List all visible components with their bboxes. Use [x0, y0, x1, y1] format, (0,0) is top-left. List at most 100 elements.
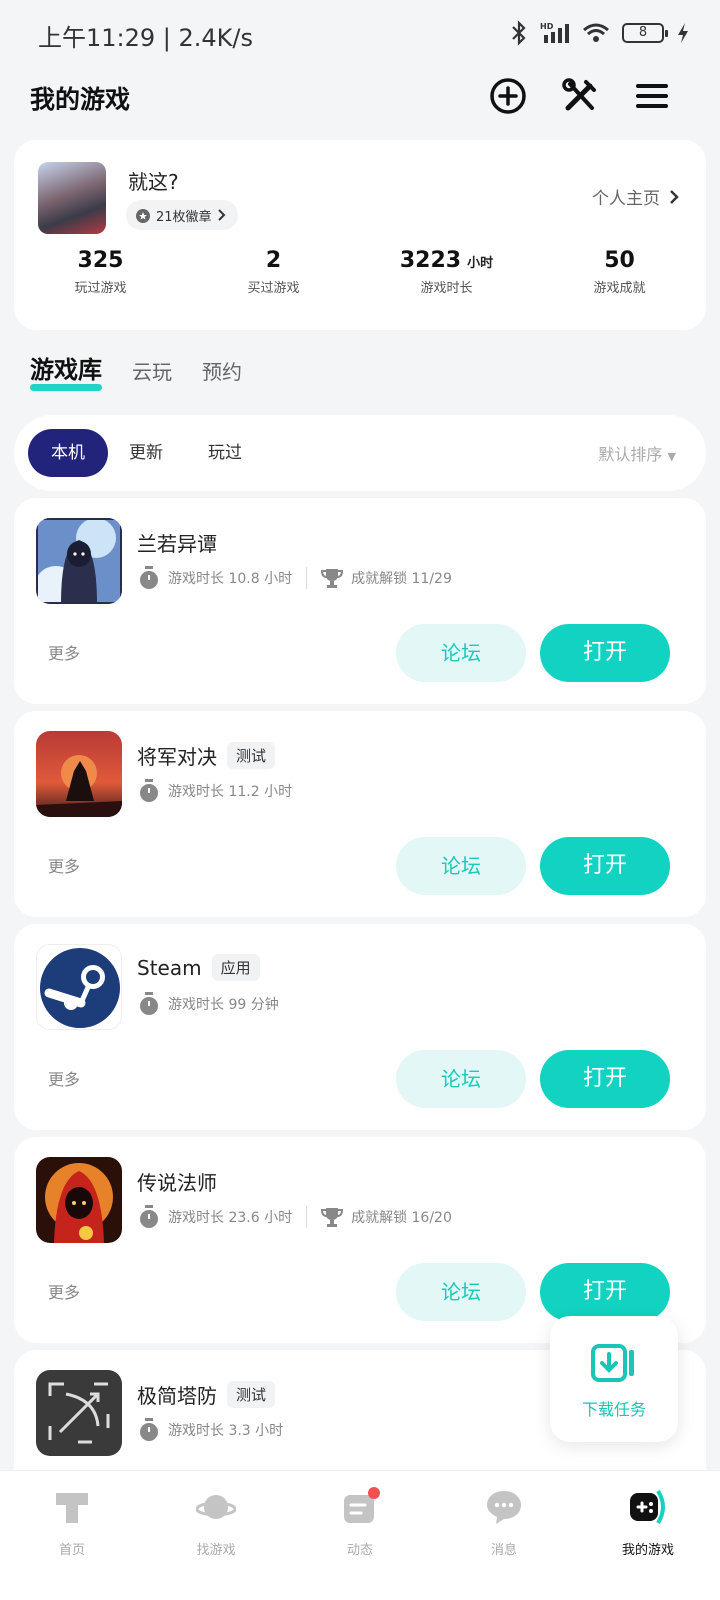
open-button[interactable]: 打开: [540, 837, 670, 895]
tab-reserve[interactable]: 预约: [202, 356, 242, 385]
badge-pill[interactable]: 21枚徽章: [126, 200, 238, 230]
stat-value: 325: [77, 248, 124, 273]
forum-button[interactable]: 论坛: [396, 624, 526, 682]
bottom-nav: 首页 找游戏 动态 消息 我的游戏: [0, 1470, 720, 1600]
sort-dropdown[interactable]: 默认排序 ▼: [598, 441, 676, 465]
stat-value: 2: [265, 248, 282, 273]
add-icon[interactable]: [488, 76, 528, 116]
stat-playtime[interactable]: 3223 小时游戏时长: [360, 248, 533, 296]
game-card[interactable]: 兰若异谭 游戏时长 10.8 小时 成就解锁 11/29 更多 论坛 打开: [14, 498, 706, 704]
home-icon: [56, 1493, 88, 1523]
more-link[interactable]: 更多: [48, 1066, 80, 1090]
open-button[interactable]: 打开: [540, 624, 670, 682]
menu-icon[interactable]: [632, 76, 672, 116]
filter-chip-played[interactable]: 玩过: [208, 429, 242, 477]
forum-button[interactable]: 论坛: [396, 1050, 526, 1108]
game-card[interactable]: 传说法师 游戏时长 23.6 小时 成就解锁 16/20 更多 论坛 打开: [14, 1137, 706, 1343]
filter-bar: 本机 更新 玩过 默认排序 ▼: [14, 415, 706, 491]
download-icon: [591, 1344, 634, 1382]
nav-label: 找游戏: [196, 1543, 236, 1558]
forum-button[interactable]: 论坛: [396, 1263, 526, 1321]
playtime-text: 游戏时长 11.2 小时: [168, 784, 293, 800]
stat-label: 游戏成就: [593, 281, 646, 296]
game-tag: 应用: [211, 954, 260, 981]
tab-cloud[interactable]: 云玩: [132, 356, 172, 385]
game-name: 兰若异谭: [137, 532, 217, 556]
achievement-text: 成就解锁 11/29: [351, 571, 452, 587]
game-name: 极简塔防: [137, 1384, 217, 1408]
trophy-icon: [321, 1208, 344, 1227]
nav-discover[interactable]: 找游戏: [144, 1471, 288, 1600]
signal-icon: HD: [540, 22, 569, 43]
game-meta: 游戏时长 3.3 小时: [138, 1418, 283, 1442]
nav-home[interactable]: 首页: [0, 1471, 144, 1600]
homepage-link[interactable]: 个人主页: [592, 184, 680, 209]
battery-icon: 8: [622, 23, 668, 43]
game-name: Steam: [137, 955, 202, 980]
stat-achievements[interactable]: 50 游戏成就: [533, 248, 706, 296]
stopwatch-icon: [140, 1418, 158, 1441]
nav-label: 首页: [58, 1543, 85, 1558]
stopwatch-icon: [140, 566, 158, 589]
game-title-row: 传说法师: [137, 1167, 217, 1196]
stat-label: 游戏时长: [420, 281, 473, 296]
nav-feed[interactable]: 动态: [288, 1471, 432, 1600]
more-link[interactable]: 更多: [48, 853, 80, 877]
game-title-row: 兰若异谭: [137, 528, 217, 557]
filter-chip-local[interactable]: 本机: [28, 429, 108, 477]
game-icon: [36, 944, 122, 1030]
feed-icon: [344, 1487, 380, 1523]
nav-my-games[interactable]: 我的游戏: [576, 1471, 720, 1600]
page-title: 我的游戏: [30, 85, 131, 114]
game-card[interactable]: Steam 应用 游戏时长 99 分钟 更多 论坛 打开: [14, 924, 706, 1130]
app-header: 我的游戏: [0, 70, 720, 130]
game-title-row: 极简塔防 测试: [137, 1380, 276, 1409]
stat-played[interactable]: 325 玩过游戏: [14, 248, 187, 296]
download-task-button[interactable]: 下载任务: [550, 1316, 678, 1442]
badge-count: 21枚徽章: [156, 209, 212, 225]
chevron-right-icon: [670, 189, 679, 204]
game-title-row: 将军对决 测试: [137, 741, 276, 770]
stat-bought[interactable]: 2 买过游戏: [187, 248, 360, 296]
forum-button[interactable]: 论坛: [396, 837, 526, 895]
tools-icon[interactable]: [560, 76, 600, 116]
wifi-icon: [583, 23, 609, 42]
stat-unit: 小时: [467, 256, 494, 271]
playtime-text: 游戏时长 99 分钟: [168, 997, 279, 1013]
nav-label: 动态: [346, 1543, 373, 1558]
stopwatch-icon: [140, 1205, 158, 1228]
stat-value: 3223: [399, 248, 462, 273]
nav-label: 我的游戏: [621, 1543, 674, 1558]
nav-messages[interactable]: 消息: [432, 1471, 576, 1600]
stat-value: 50: [604, 248, 635, 273]
avatar[interactable]: [38, 162, 106, 234]
more-link[interactable]: 更多: [48, 1279, 80, 1303]
game-tag: 测试: [227, 1381, 276, 1408]
stopwatch-icon: [140, 992, 158, 1015]
meta-divider: [306, 567, 308, 589]
chevron-right-icon: [217, 209, 225, 221]
nav-label: 消息: [490, 1543, 517, 1558]
profile-stats: 325 玩过游戏 2 买过游戏 3223 小时游戏时长 50 游戏成就: [14, 248, 706, 296]
game-meta: 游戏时长 11.2 小时: [138, 779, 292, 803]
meta-divider: [306, 1206, 308, 1228]
open-button[interactable]: 打开: [540, 1050, 670, 1108]
trophy-icon: [321, 569, 344, 588]
filter-chip-update[interactable]: 更新: [129, 429, 163, 477]
medal-icon: [136, 209, 150, 223]
sort-label: 默认排序: [598, 445, 663, 464]
game-icon: [36, 1370, 122, 1456]
game-card[interactable]: 将军对决 测试 游戏时长 11.2 小时 更多 论坛 打开: [14, 711, 706, 917]
open-button[interactable]: 打开: [540, 1263, 670, 1321]
playtime-text: 游戏时长 23.6 小时: [168, 1210, 293, 1226]
game-tag: 测试: [227, 742, 276, 769]
stat-label: 买过游戏: [247, 281, 300, 296]
stopwatch-icon: [140, 779, 158, 802]
game-meta: 游戏时长 23.6 小时 成就解锁 16/20: [138, 1205, 452, 1229]
game-name: 将军对决: [137, 745, 217, 769]
more-link[interactable]: 更多: [48, 640, 80, 664]
svg-text:HD: HD: [540, 22, 554, 31]
game-icon: [36, 518, 122, 604]
playtime-text: 游戏时长 3.3 小时: [168, 1423, 284, 1439]
tab-library[interactable]: 游戏库: [30, 350, 102, 391]
